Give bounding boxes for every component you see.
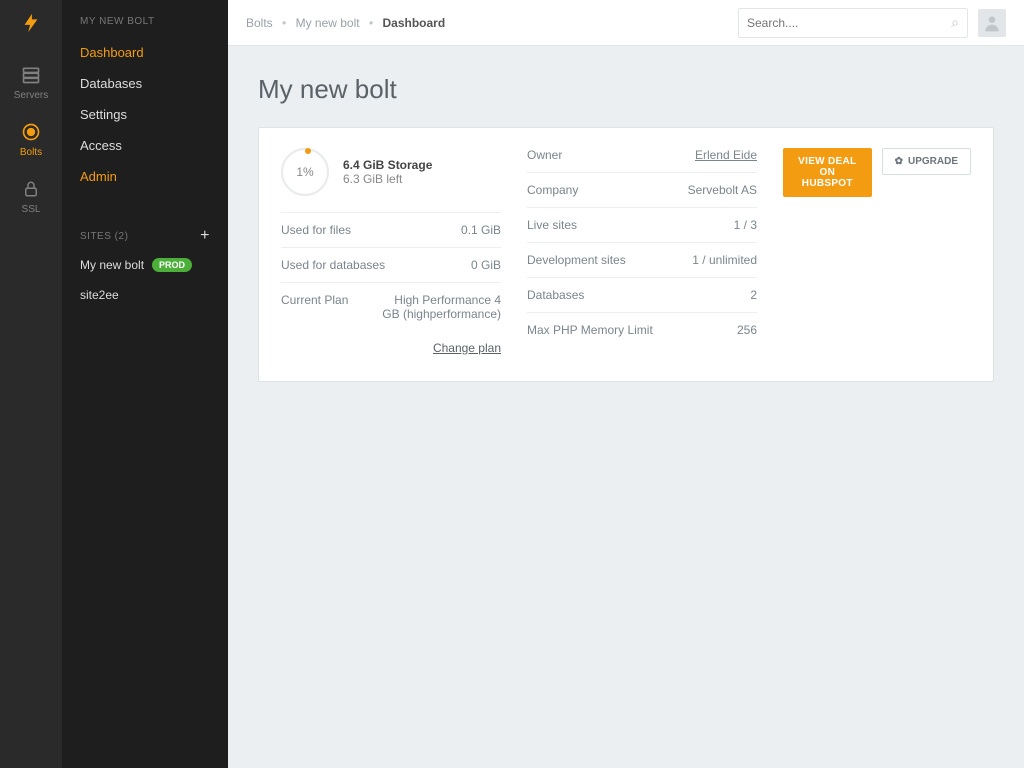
subnav-title: MY NEW BOLT bbox=[62, 16, 228, 37]
dashboard-panel: 1% 6.4 GiB Storage 6.3 GiB left Used for… bbox=[258, 127, 994, 382]
kv-key: Live sites bbox=[527, 218, 577, 232]
kv-val: 2 bbox=[750, 288, 757, 302]
subnav-item-settings[interactable]: Settings bbox=[62, 99, 228, 130]
lock-icon bbox=[20, 178, 42, 200]
breadcrumb-current: Dashboard bbox=[383, 16, 446, 30]
kv-val: 0.1 GiB bbox=[461, 223, 501, 237]
subnav-item-admin[interactable]: Admin bbox=[62, 161, 228, 192]
owner-link[interactable]: Erlend Eide bbox=[695, 148, 757, 162]
topbar: Bolts • My new bolt • Dashboard ⌕ bbox=[228, 0, 1024, 46]
breadcrumb: Bolts • My new bolt • Dashboard bbox=[246, 16, 738, 30]
change-plan-link[interactable]: Change plan bbox=[433, 341, 501, 355]
breadcrumb-link[interactable]: My new bolt bbox=[296, 16, 360, 30]
sites-header: SITES (2) bbox=[80, 231, 128, 242]
upgrade-button[interactable]: ✿ UPGRADE bbox=[882, 148, 971, 175]
iconbar-label: Bolts bbox=[20, 147, 42, 158]
add-site-button[interactable]: + bbox=[200, 228, 210, 244]
breadcrumb-sep: • bbox=[282, 16, 286, 30]
iconbar: Servers Bolts SSL bbox=[0, 0, 62, 768]
kv-key: Max PHP Memory Limit bbox=[527, 323, 653, 337]
subnav-item-access[interactable]: Access bbox=[62, 130, 228, 161]
kv-key: Current Plan bbox=[281, 293, 348, 321]
iconbar-item-bolts[interactable]: Bolts bbox=[0, 111, 62, 168]
site-label: site2ee bbox=[80, 288, 119, 302]
subnav: MY NEW BOLT Dashboard Databases Settings… bbox=[62, 0, 228, 768]
servers-icon bbox=[20, 64, 42, 86]
storage-total: 6.4 GiB Storage bbox=[343, 158, 432, 172]
search-input[interactable] bbox=[747, 16, 951, 30]
view-deal-button[interactable]: VIEW DEAL ON HUBSPOT bbox=[783, 148, 872, 197]
bolts-icon bbox=[20, 121, 42, 143]
storage-gauge: 1% bbox=[281, 148, 329, 196]
breadcrumb-link[interactable]: Bolts bbox=[246, 16, 273, 30]
upgrade-label: UPGRADE bbox=[908, 156, 958, 167]
gear-icon: ✿ bbox=[895, 156, 903, 167]
kv-val: High Performance 4 GB (highperformance) bbox=[381, 293, 501, 321]
user-avatar[interactable] bbox=[978, 9, 1006, 37]
kv-val: 1 / 3 bbox=[734, 218, 757, 232]
logo[interactable] bbox=[18, 10, 44, 36]
site-label: My new bolt bbox=[80, 258, 144, 272]
kv-key: Company bbox=[527, 183, 578, 197]
kv-val: 256 bbox=[737, 323, 757, 337]
iconbar-label: SSL bbox=[22, 204, 41, 215]
kv-key: Owner bbox=[527, 148, 562, 162]
page-title: My new bolt bbox=[258, 74, 994, 105]
prod-badge: PROD bbox=[152, 258, 192, 272]
kv-key: Development sites bbox=[527, 253, 626, 267]
search-box[interactable]: ⌕ bbox=[738, 8, 968, 38]
site-item[interactable]: site2ee bbox=[62, 280, 228, 310]
iconbar-label: Servers bbox=[14, 90, 48, 101]
subnav-item-dashboard[interactable]: Dashboard bbox=[62, 37, 228, 68]
kv-key: Used for databases bbox=[281, 258, 385, 272]
kv-key: Used for files bbox=[281, 223, 351, 237]
search-icon: ⌕ bbox=[951, 14, 959, 31]
kv-val: 1 / unlimited bbox=[692, 253, 757, 267]
breadcrumb-sep: • bbox=[369, 16, 373, 30]
kv-key: Databases bbox=[527, 288, 584, 302]
kv-val: Servebolt AS bbox=[688, 183, 757, 197]
site-item[interactable]: My new bolt PROD bbox=[62, 250, 228, 280]
subnav-item-databases[interactable]: Databases bbox=[62, 68, 228, 99]
storage-left: 6.3 GiB left bbox=[343, 172, 432, 186]
storage-percent: 1% bbox=[296, 165, 313, 179]
iconbar-item-servers[interactable]: Servers bbox=[0, 54, 62, 111]
kv-val: 0 GiB bbox=[471, 258, 501, 272]
iconbar-item-ssl[interactable]: SSL bbox=[0, 168, 62, 225]
